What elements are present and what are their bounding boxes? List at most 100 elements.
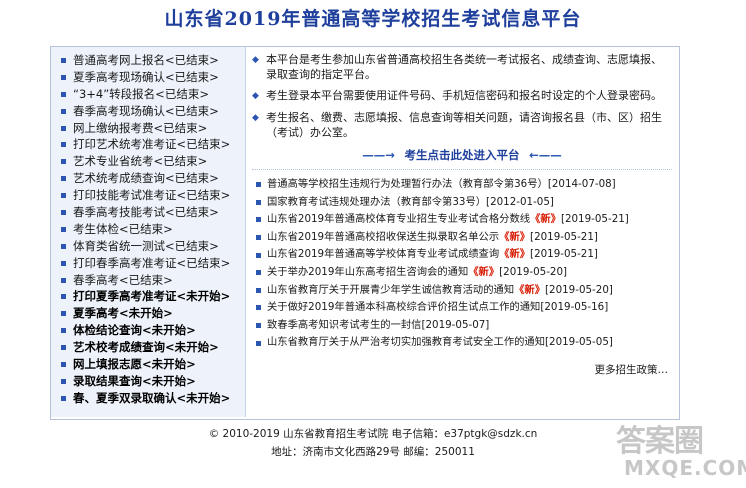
- right-arrow-icon: ——→: [362, 148, 395, 162]
- sidebar-item-label[interactable]: 网上缴纳报考费<已结束>: [73, 120, 207, 137]
- sidebar-item-label[interactable]: 体育类省统一测试<已结束>: [73, 238, 219, 255]
- square-bullet-icon: [61, 91, 66, 97]
- square-bullet-icon: [61, 311, 66, 317]
- sidebar-item-label[interactable]: 艺术统考成绩查询<已结束>: [73, 170, 219, 187]
- sidebar-item[interactable]: “3+4”转段报名<已结束>: [61, 86, 245, 103]
- news-date: [2019-05-05]: [545, 336, 613, 349]
- sidebar: 普通高考网上报名<已结束> 夏季高考现场确认<已结束> “3+4”转段报名<已结束>…: [51, 47, 246, 417]
- news-item[interactable]: 关于举办2019年山东高考招生咨询会的通知 《新》 [2019-05-20]: [252, 264, 672, 282]
- square-bullet-icon: [61, 226, 66, 232]
- sidebar-item-label[interactable]: 网上填报志愿<未开始>: [73, 356, 196, 373]
- sidebar-item[interactable]: 体育类省统一测试<已结束>: [61, 238, 245, 255]
- square-bullet-icon: [61, 243, 66, 249]
- notice-3: ◆ 考生报名、缴费、志愿填报、信息查询等相关问题，请咨询报名县（市、区）招生（考…: [252, 110, 672, 140]
- news-item[interactable]: 山东省教育厅关于从严治考切实加强教育考试安全工作的通知 [2019-05-05]: [252, 334, 672, 352]
- square-bullet-icon: [256, 235, 261, 241]
- news-title[interactable]: 山东省教育厅关于开展青少年学生诚信教育活动的通知: [267, 282, 514, 300]
- sidebar-item[interactable]: 网上填报志愿<未开始>: [61, 356, 245, 373]
- main-content: ◆ 本平台是考生参加山东省普通高校招生各类统一考试报名、成绩查询、志愿填报、录取…: [252, 52, 672, 376]
- sidebar-item-label[interactable]: 打印艺术统考准考证<已结束>: [73, 136, 230, 153]
- square-bullet-icon: [61, 209, 66, 215]
- sidebar-item[interactable]: 春季高考<已结束>: [61, 272, 245, 289]
- square-bullet-icon: [61, 125, 66, 131]
- sidebar-item[interactable]: 春季高考技能考试<已结束>: [61, 204, 245, 221]
- news-title[interactable]: 普通高等学校招生违规行为处理暂行办法（教育部令第36号）: [267, 176, 548, 194]
- square-bullet-icon: [256, 323, 261, 329]
- sidebar-item[interactable]: 打印技能考试准考证<已结束>: [61, 187, 245, 204]
- square-bullet-icon: [256, 182, 261, 188]
- sidebar-item-label[interactable]: 体检结论查询<未开始>: [73, 322, 196, 339]
- news-title[interactable]: 致春季高考知识考试考生的一封信: [267, 317, 421, 335]
- sidebar-item[interactable]: 打印艺术统考准考证<已结束>: [61, 136, 245, 153]
- sidebar-item[interactable]: 考生体检<已结束>: [61, 221, 245, 238]
- news-item[interactable]: 山东省教育厅关于开展青少年学生诚信教育活动的通知 《新》 [2019-05-20]: [252, 282, 672, 300]
- sidebar-item[interactable]: 夏季高考现场确认<已结束>: [61, 69, 245, 86]
- more-policies-link[interactable]: 更多招生政策…: [595, 362, 669, 377]
- sidebar-item[interactable]: 春季高考现场确认<已结束>: [61, 103, 245, 120]
- news-title[interactable]: 山东省教育厅关于从严治考切实加强教育考试安全工作的通知: [267, 334, 545, 352]
- news-title[interactable]: 山东省2019年普通高等学校体育专业考试成绩查询: [267, 246, 499, 264]
- notice-text: 考生登录本平台需要使用证件号码、手机短信密码和报名时设定的个人登录密码。: [266, 89, 662, 102]
- enter-platform-link[interactable]: 考生点击此处进入平台: [405, 148, 520, 162]
- news-item[interactable]: 致春季高考知识考试考生的一封信 [2019-05-07]: [252, 317, 672, 335]
- sidebar-item[interactable]: 夏季高考<未开始>: [61, 305, 245, 322]
- sidebar-item[interactable]: 打印夏季高考准考证<未开始>: [61, 288, 245, 305]
- sidebar-item-label[interactable]: 艺术专业省统考<已结束>: [73, 153, 207, 170]
- square-bullet-icon: [256, 217, 261, 223]
- sidebar-item-label[interactable]: 春、夏季双录取确认<未开始>: [73, 390, 230, 407]
- square-bullet-icon: [61, 142, 66, 148]
- news-date: [2019-05-21]: [530, 248, 598, 261]
- sidebar-item[interactable]: 网上缴纳报考费<已结束>: [61, 120, 245, 137]
- square-bullet-icon: [61, 361, 66, 367]
- news-item[interactable]: 山东省2019年普通高校招收保送生拟录取名单公示 《新》 [2019-05-21]: [252, 229, 672, 247]
- news-date: [2019-05-20]: [545, 283, 613, 296]
- square-bullet-icon: [256, 340, 261, 346]
- square-bullet-icon: [61, 57, 66, 63]
- square-bullet-icon: [61, 74, 66, 80]
- news-title[interactable]: 关于举办2019年山东高考招生咨询会的通知: [267, 264, 468, 282]
- sidebar-item[interactable]: 艺术专业省统考<已结束>: [61, 153, 245, 170]
- left-arrow-icon: ←——: [529, 148, 562, 162]
- sidebar-item[interactable]: 普通高考网上报名<已结束>: [61, 52, 245, 69]
- watermark-logo: 答案圈 MXQE.COM: [614, 416, 746, 484]
- news-list: 普通高等学校招生违规行为处理暂行办法（教育部令第36号） [2014-07-08]…: [252, 176, 672, 352]
- sidebar-item[interactable]: 春、夏季双录取确认<未开始>: [61, 390, 245, 407]
- sidebar-item-label[interactable]: 打印技能考试准考证<已结束>: [73, 187, 230, 204]
- sidebar-item[interactable]: 打印春季高考准考证<已结束>: [61, 255, 245, 272]
- sidebar-item-label[interactable]: 夏季高考<未开始>: [73, 305, 173, 322]
- sidebar-item-label[interactable]: 春季高考<已结束>: [73, 272, 173, 289]
- sidebar-item[interactable]: 艺术校考成绩查询<未开始>: [61, 339, 245, 356]
- notice-text: 考生报名、缴费、志愿填报、信息查询等相关问题，请咨询报名县（市、区）招生（考试）…: [266, 111, 662, 139]
- sidebar-item-label[interactable]: “3+4”转段报名<已结束>: [73, 86, 209, 103]
- news-date: [2019-05-20]: [499, 265, 568, 278]
- sidebar-item-label[interactable]: 录取结果查询<未开始>: [73, 373, 196, 390]
- square-bullet-icon: [61, 108, 66, 114]
- new-badge: 《新》: [530, 213, 561, 226]
- news-title[interactable]: 山东省2019年普通高校体育专业招生专业考试合格分数线: [267, 211, 530, 229]
- sidebar-item-label[interactable]: 打印夏季高考准考证<未开始>: [73, 288, 230, 305]
- news-item[interactable]: 关于做好2019年普通本科高校综合评价招生试点工作的通知 [2019-05-16]: [252, 299, 672, 317]
- sidebar-item-label[interactable]: 考生体检<已结束>: [73, 221, 173, 238]
- news-item[interactable]: 山东省2019年普通高等学校体育专业考试成绩查询 《新》 [2019-05-21]: [252, 246, 672, 264]
- sidebar-item[interactable]: 体检结论查询<未开始>: [61, 322, 245, 339]
- sidebar-item-label[interactable]: 打印春季高考准考证<已结束>: [73, 255, 230, 272]
- sidebar-item-label[interactable]: 春季高考技能考试<已结束>: [73, 204, 219, 221]
- news-date: [2019-05-16]: [540, 301, 609, 314]
- sidebar-item-label[interactable]: 普通高考网上报名<已结束>: [73, 52, 219, 69]
- news-title[interactable]: 关于做好2019年普通本科高校综合评价招生试点工作的通知: [267, 299, 540, 317]
- sidebar-item-label[interactable]: 春季高考现场确认<已结束>: [73, 103, 219, 120]
- news-item[interactable]: 国家教育考试违规处理办法（教育部令第33号） [2012-01-05]: [252, 194, 672, 212]
- news-title[interactable]: 山东省2019年普通高校招收保送生拟录取名单公示: [267, 229, 499, 247]
- news-item[interactable]: 山东省2019年普通高校体育专业招生专业考试合格分数线 《新》 [2019-05-2…: [252, 211, 672, 229]
- sidebar-list: 普通高考网上报名<已结束> 夏季高考现场确认<已结束> “3+4”转段报名<已结束>…: [51, 47, 245, 407]
- sidebar-item[interactable]: 艺术统考成绩查询<已结束>: [61, 170, 245, 187]
- news-date: [2019-05-21]: [560, 213, 629, 226]
- new-badge: 《新》: [514, 283, 546, 296]
- news-item[interactable]: 普通高等学校招生违规行为处理暂行办法（教育部令第36号） [2014-07-08]: [252, 176, 672, 194]
- square-bullet-icon: [61, 159, 66, 165]
- news-title[interactable]: 国家教育考试违规处理办法（教育部令第33号）: [267, 194, 486, 212]
- square-bullet-icon: [61, 395, 66, 401]
- sidebar-item-label[interactable]: 夏季高考现场确认<已结束>: [73, 69, 219, 86]
- sidebar-item-label[interactable]: 艺术校考成绩查询<未开始>: [73, 339, 219, 356]
- sidebar-item[interactable]: 录取结果查询<未开始>: [61, 373, 245, 390]
